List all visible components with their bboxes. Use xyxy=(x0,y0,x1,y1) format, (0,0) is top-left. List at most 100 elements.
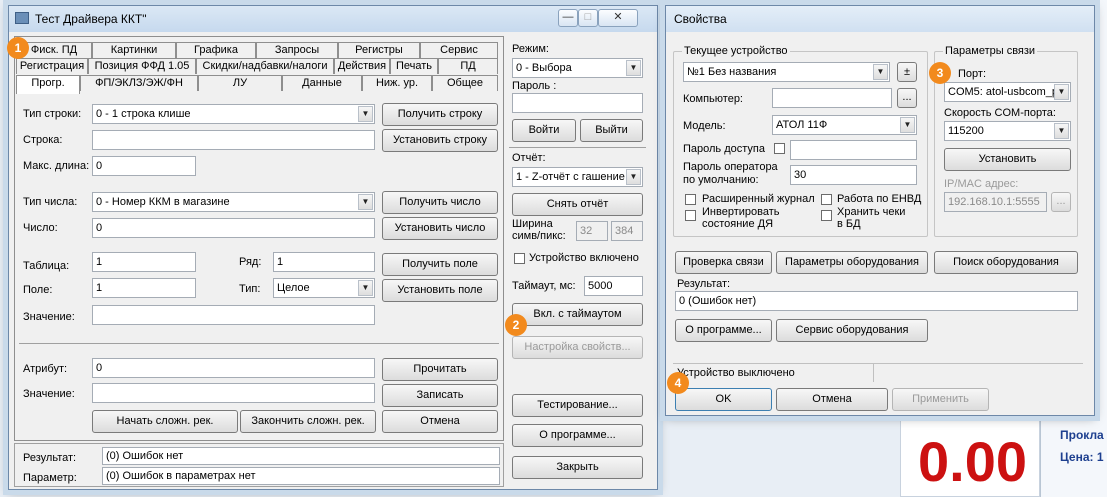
tab-lu[interactable]: ЛУ xyxy=(198,75,282,91)
chevron-down-icon: ▼ xyxy=(900,117,915,133)
login-button[interactable]: Войти xyxy=(512,119,576,142)
cancel-button[interactable]: Отмена xyxy=(776,388,888,411)
tab-programming[interactable]: Прогр. xyxy=(16,75,80,94)
tab-graphics[interactable]: Графика xyxy=(176,42,256,58)
field-input[interactable]: 1 xyxy=(92,278,196,298)
model-select[interactable]: АТОЛ 11Ф ▼ xyxy=(772,115,917,135)
row-input[interactable]: 1 xyxy=(273,252,375,272)
logout-button[interactable]: Выйти xyxy=(580,119,643,142)
connection-group-label: Параметры связи xyxy=(943,45,1038,57)
tab-registers[interactable]: Регистры xyxy=(338,42,420,58)
set-field-button[interactable]: Установить поле xyxy=(382,279,498,302)
timeout-enable-button[interactable]: Вкл. с таймаутом xyxy=(512,303,643,326)
app-icon xyxy=(15,12,29,24)
testing-button[interactable]: Тестирование... xyxy=(512,394,643,417)
tab-service[interactable]: Сервис xyxy=(420,42,498,58)
line-type-label: Тип строки: xyxy=(23,108,82,120)
model-value: АТОЛ 11Ф xyxy=(776,119,828,131)
attribute-input[interactable]: 0 xyxy=(92,358,375,378)
equipment-service-button[interactable]: Сервис оборудования xyxy=(776,319,928,342)
about-button[interactable]: О программе... xyxy=(675,319,772,342)
access-password-checkbox[interactable] xyxy=(774,143,785,154)
envd-checkbox[interactable] xyxy=(821,194,832,205)
minimize-button[interactable]: — xyxy=(558,9,578,27)
line-type-select[interactable]: 0 - 1 строка клише ▼ xyxy=(92,104,375,124)
tab-position-ffd[interactable]: Позиция ФФД 1.05 xyxy=(88,58,196,74)
ip-input[interactable]: 192.168.10.1:5555 xyxy=(944,192,1047,212)
maximize-button[interactable]: □ xyxy=(578,9,598,27)
access-password-input[interactable] xyxy=(790,140,917,160)
report-select[interactable]: 1 - Z-отчёт с гашение ▼ xyxy=(512,167,643,187)
status-separator xyxy=(873,364,874,382)
device-enabled-checkbox[interactable] xyxy=(514,253,525,264)
tab-data[interactable]: Данные xyxy=(282,75,362,91)
param-label: Параметр: xyxy=(23,472,77,484)
take-report-button[interactable]: Снять отчёт xyxy=(512,193,643,216)
baud-value: 115200 xyxy=(948,125,984,137)
extended-journal-checkbox[interactable] xyxy=(685,194,696,205)
timeout-input[interactable]: 5000 xyxy=(584,276,643,296)
value2-input[interactable] xyxy=(92,383,375,403)
close-button[interactable]: Закрыть xyxy=(512,456,643,479)
read-button[interactable]: Прочитать xyxy=(382,358,498,381)
window-title: Тест Драйвера ККТ" xyxy=(35,12,147,26)
width-chars-input[interactable]: 32 xyxy=(576,221,608,241)
about-button[interactable]: О программе... xyxy=(512,424,643,447)
model-label: Модель: xyxy=(683,120,726,132)
number-label: Число: xyxy=(23,222,58,234)
cancel-complex-button[interactable]: Отмена xyxy=(382,410,498,433)
set-number-button[interactable]: Установить число xyxy=(382,217,498,240)
mode-select[interactable]: 0 - Выбора ▼ xyxy=(512,58,643,78)
get-field-button[interactable]: Получить поле xyxy=(382,253,498,276)
set-line-button[interactable]: Установить строку xyxy=(382,129,498,152)
ok-button[interactable]: OK xyxy=(675,388,772,411)
tab-queries[interactable]: Запросы xyxy=(256,42,338,58)
tab-discounts[interactable]: Скидки/надбавки/налоги xyxy=(196,58,334,74)
store-receipts-checkbox[interactable] xyxy=(821,210,832,221)
check-connection-button[interactable]: Проверка связи xyxy=(675,251,772,274)
get-line-button[interactable]: Получить строку xyxy=(382,103,498,126)
value-input[interactable] xyxy=(92,305,375,325)
device-select[interactable]: №1 Без названия ▼ xyxy=(683,62,890,82)
table-label: Таблица: xyxy=(23,260,70,272)
width-pixels-input[interactable]: 384 xyxy=(611,221,643,241)
browse-computer-button[interactable]: ... xyxy=(897,88,917,108)
tab-print[interactable]: Печать xyxy=(390,58,438,74)
max-length-input[interactable]: 0 xyxy=(92,156,196,176)
tab-general[interactable]: Общее xyxy=(432,75,498,91)
tab-actions[interactable]: Действия xyxy=(334,58,390,74)
property-settings-button[interactable]: Настройка свойств... xyxy=(512,336,643,359)
computer-input[interactable] xyxy=(772,88,892,108)
number-type-select[interactable]: 0 - Номер ККМ в магазине ▼ xyxy=(92,192,375,212)
get-number-button[interactable]: Получить число xyxy=(382,191,498,214)
port-select[interactable]: COM5: atol-usbcom_p ▼ xyxy=(944,82,1071,102)
baud-select[interactable]: 115200 ▼ xyxy=(944,121,1071,141)
add-remove-device-button[interactable]: ± xyxy=(897,62,917,82)
line-input[interactable] xyxy=(92,130,375,150)
chevron-down-icon: ▼ xyxy=(358,194,373,210)
invert-checkbox[interactable] xyxy=(685,210,696,221)
tab-registration[interactable]: Регистрация xyxy=(16,58,88,74)
end-complex-button[interactable]: Закончить сложн. рек. xyxy=(240,410,376,433)
operator-password-input[interactable]: 30 xyxy=(790,165,917,185)
annotation-badge-4: 4 xyxy=(667,372,689,394)
tab-low-level[interactable]: Ниж. ур. xyxy=(362,75,432,91)
tab-fp-eklz[interactable]: ФП/ЭКЛЗ/ЭЖ/ФН xyxy=(80,75,198,91)
tab-pd[interactable]: ПД xyxy=(438,58,498,74)
browse-ip-button[interactable]: ... xyxy=(1051,192,1071,212)
write-button[interactable]: Записать xyxy=(382,384,498,407)
number-input[interactable]: 0 xyxy=(92,218,375,238)
password-input[interactable] xyxy=(512,93,643,113)
value-label: Значение: xyxy=(23,311,75,323)
type-select[interactable]: Целое ▼ xyxy=(273,278,375,298)
password-label: Пароль : xyxy=(512,80,557,92)
apply-button[interactable]: Применить xyxy=(892,388,989,411)
ip-label: IP/MAC адрес: xyxy=(944,178,1019,190)
start-complex-button[interactable]: Начать сложн. рек. xyxy=(92,410,238,433)
close-window-button[interactable]: ✕ xyxy=(598,9,638,27)
search-equipment-button[interactable]: Поиск оборудования xyxy=(934,251,1078,274)
install-button[interactable]: Установить xyxy=(944,148,1071,171)
tab-pictures[interactable]: Картинки xyxy=(92,42,176,58)
table-input[interactable]: 1 xyxy=(92,252,196,272)
equipment-params-button[interactable]: Параметры оборудования xyxy=(776,251,928,274)
